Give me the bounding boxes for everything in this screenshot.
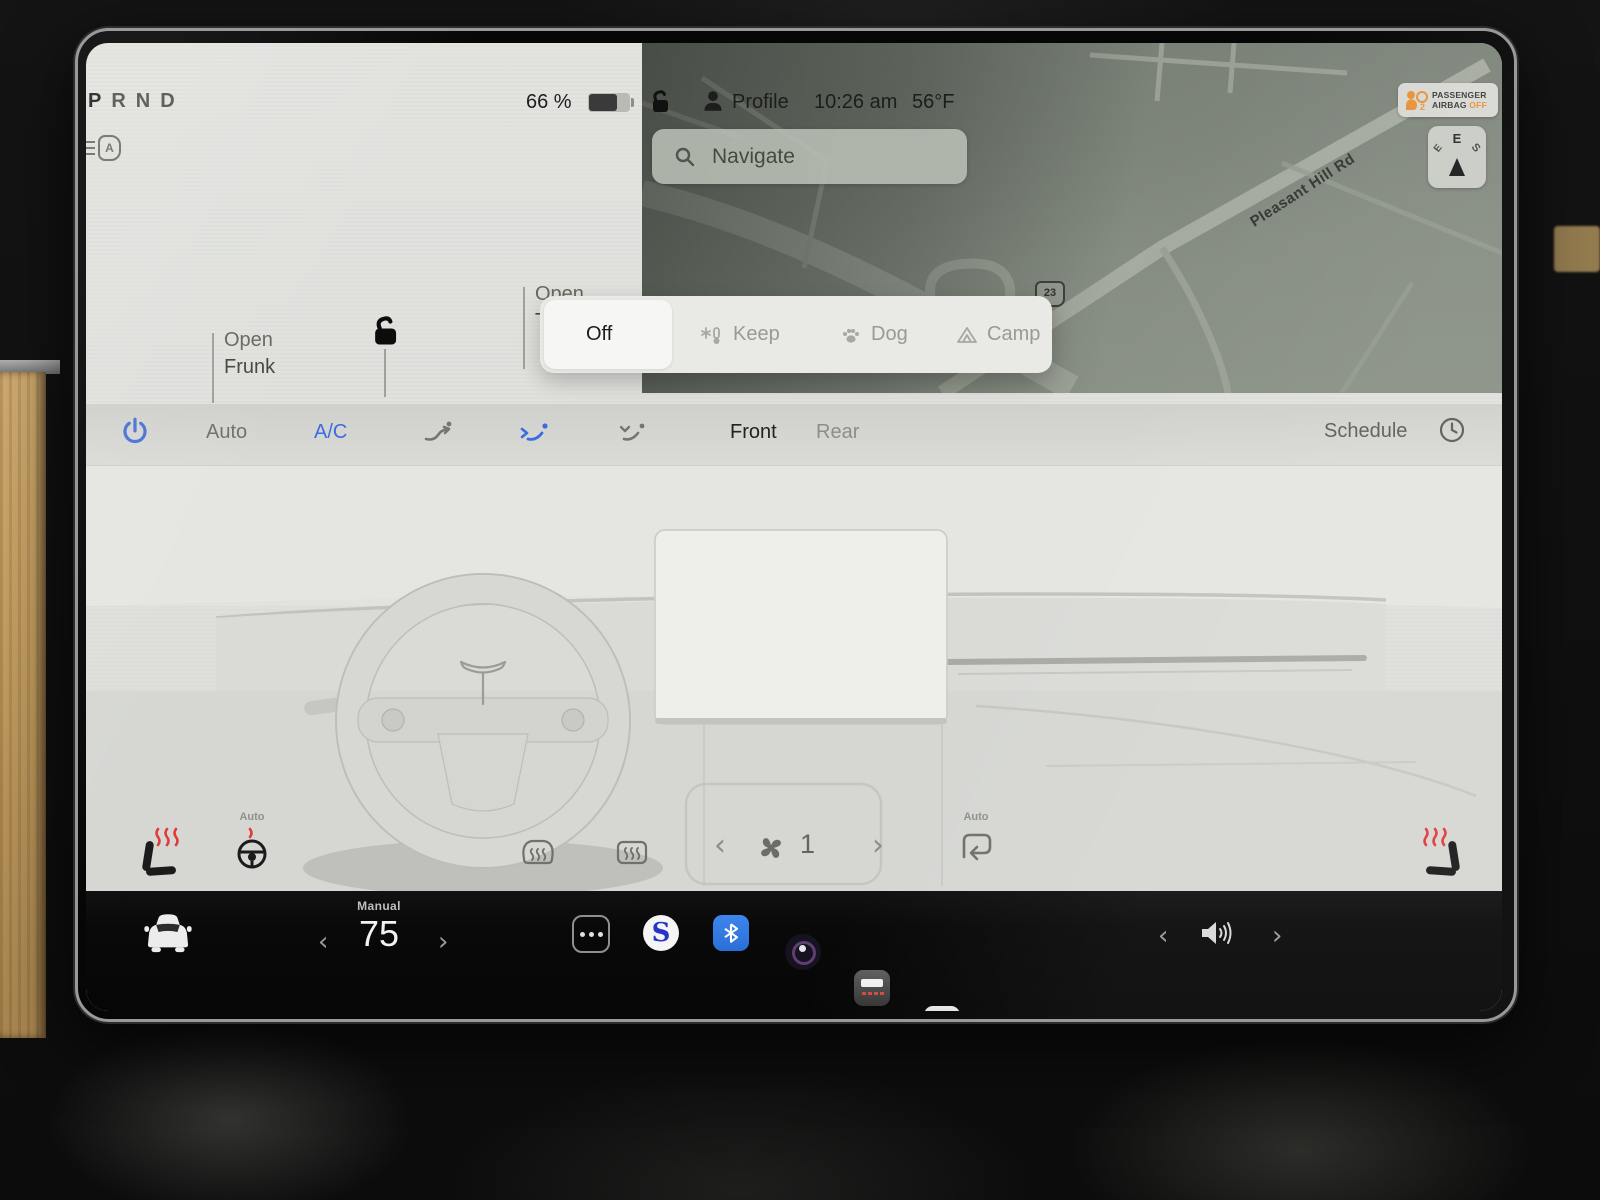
steering-wheel-heat-icon xyxy=(228,823,276,873)
wood-dash-trim-right xyxy=(1554,226,1600,272)
fan-speed-value: 1 xyxy=(800,829,815,860)
cabin-temperature-control[interactable]: Manual 75 xyxy=(344,899,414,955)
search-icon xyxy=(674,146,696,168)
gear-p[interactable]: P xyxy=(88,90,111,112)
tuner-app-icon[interactable] xyxy=(924,1006,960,1011)
recirc-auto-label: Auto xyxy=(952,811,1000,823)
tesla-touchscreen: Pleasant Hill Rd 23 2 PASSENGER AIRBAG O… xyxy=(75,28,1517,1022)
dog-mode-icon xyxy=(840,325,862,345)
gear-r[interactable]: R xyxy=(111,90,135,112)
temp-value: 75 xyxy=(344,913,414,955)
battery-icon xyxy=(588,93,630,112)
s-app-icon[interactable]: S xyxy=(643,915,679,951)
airbag-off-status: OFF xyxy=(1469,100,1487,110)
fan-speed-down-button[interactable]: ‹ xyxy=(714,831,726,861)
hvac-auto-button[interactable]: Auto xyxy=(206,421,247,444)
vent-face-button[interactable] xyxy=(422,419,452,447)
defrost-front-icon xyxy=(518,833,558,873)
passenger-airbag-badge: 2 PASSENGER AIRBAG OFF xyxy=(1398,83,1498,117)
wood-dash-trim-left xyxy=(0,372,46,1038)
climate-keeper-selector: Off Keep Dog xyxy=(540,296,1052,373)
fan-speed-up-button[interactable]: › xyxy=(872,831,884,861)
car-controls-button[interactable] xyxy=(142,909,194,955)
keep-climate-icon xyxy=(700,324,724,346)
schedule-button[interactable]: Schedule xyxy=(1324,420,1407,443)
fan-icon xyxy=(754,831,788,865)
camera-app-icon[interactable] xyxy=(785,934,821,970)
steering-wheel-heater-button[interactable]: Auto xyxy=(228,811,276,881)
hvac-front-tab[interactable]: Front xyxy=(730,421,777,444)
wheel-heat-auto-label: Auto xyxy=(228,811,276,823)
door-unlock-icon[interactable] xyxy=(370,315,400,347)
keeper-option-dog[interactable]: Dog xyxy=(840,296,908,373)
cabin-render xyxy=(86,466,1502,891)
bluetooth-app-icon[interactable] xyxy=(713,915,749,951)
recirculation-icon xyxy=(952,823,1000,869)
svg-text:2: 2 xyxy=(1420,102,1425,112)
temp-down-button[interactable]: ‹ xyxy=(318,927,328,957)
recirculation-button[interactable]: Auto xyxy=(952,811,1000,875)
climate-power-button[interactable] xyxy=(120,416,150,448)
defrost-rear-icon xyxy=(612,833,652,873)
keeper-option-off[interactable]: Off xyxy=(586,296,612,373)
camp-mode-icon xyxy=(956,325,978,345)
airbag-text-line1: PASSENGER xyxy=(1432,90,1487,100)
frunk-leader-line xyxy=(212,333,214,411)
dashcam-app-icon[interactable] xyxy=(854,970,890,1006)
volume-up-button[interactable]: › xyxy=(1272,921,1282,951)
speaker-icon[interactable] xyxy=(1198,917,1238,949)
airbag-icon: 2 xyxy=(1402,87,1428,113)
hvac-control-bar xyxy=(86,403,1502,466)
profile-button[interactable]: Profile xyxy=(732,91,789,114)
volume-down-button[interactable]: ‹ xyxy=(1158,921,1168,951)
seat-heater-left-button[interactable] xyxy=(140,825,186,881)
keeper-option-keep[interactable]: Keep xyxy=(700,296,780,373)
clock-time: 10:26 am xyxy=(814,91,897,114)
app-launcher-button[interactable] xyxy=(572,915,610,953)
airbag-text-line2: AIRBAG OFF xyxy=(1432,100,1487,110)
hvac-ac-button[interactable]: A/C xyxy=(314,421,347,444)
gear-indicator[interactable]: PRND xyxy=(88,90,185,113)
compass-arrow-icon xyxy=(1449,158,1465,176)
keeper-option-camp[interactable]: Camp xyxy=(956,296,1040,373)
gear-n[interactable]: N xyxy=(136,90,160,112)
auto-headlight-indicator: A xyxy=(86,135,126,161)
gear-d[interactable]: D xyxy=(160,90,184,112)
compass-widget[interactable]: E E S xyxy=(1428,126,1486,188)
open-frunk-button[interactable]: OpenFrunk xyxy=(224,327,275,381)
seat-heater-left-icon xyxy=(140,825,186,881)
vent-mid-button-active[interactable] xyxy=(518,419,548,447)
navigate-placeholder: Navigate xyxy=(712,145,795,169)
temp-up-button[interactable]: › xyxy=(438,927,448,957)
lock-leader-line xyxy=(384,349,386,397)
battery-percent: 66 % xyxy=(526,91,572,114)
unlocked-icon[interactable] xyxy=(648,89,672,115)
seat-heater-right-icon xyxy=(1416,825,1462,881)
navigate-search-bar[interactable]: Navigate xyxy=(652,129,967,184)
defrost-rear-button[interactable] xyxy=(612,833,652,873)
defrost-front-button[interactable] xyxy=(518,833,558,873)
seat-heater-right-button[interactable] xyxy=(1416,825,1462,881)
vent-floor-button[interactable] xyxy=(616,419,646,447)
outside-temperature: 56°F xyxy=(912,91,954,114)
temp-mode-label: Manual xyxy=(344,899,414,913)
profile-icon xyxy=(702,89,724,113)
trunk-leader-line xyxy=(523,287,525,369)
clock-icon[interactable] xyxy=(1438,416,1466,444)
headlight-auto-letter: A xyxy=(98,135,121,161)
headlight-beam-lines xyxy=(86,141,95,143)
hvac-rear-tab[interactable]: Rear xyxy=(816,421,859,444)
screen-content: Pleasant Hill Rd 23 2 PASSENGER AIRBAG O… xyxy=(86,43,1502,1011)
